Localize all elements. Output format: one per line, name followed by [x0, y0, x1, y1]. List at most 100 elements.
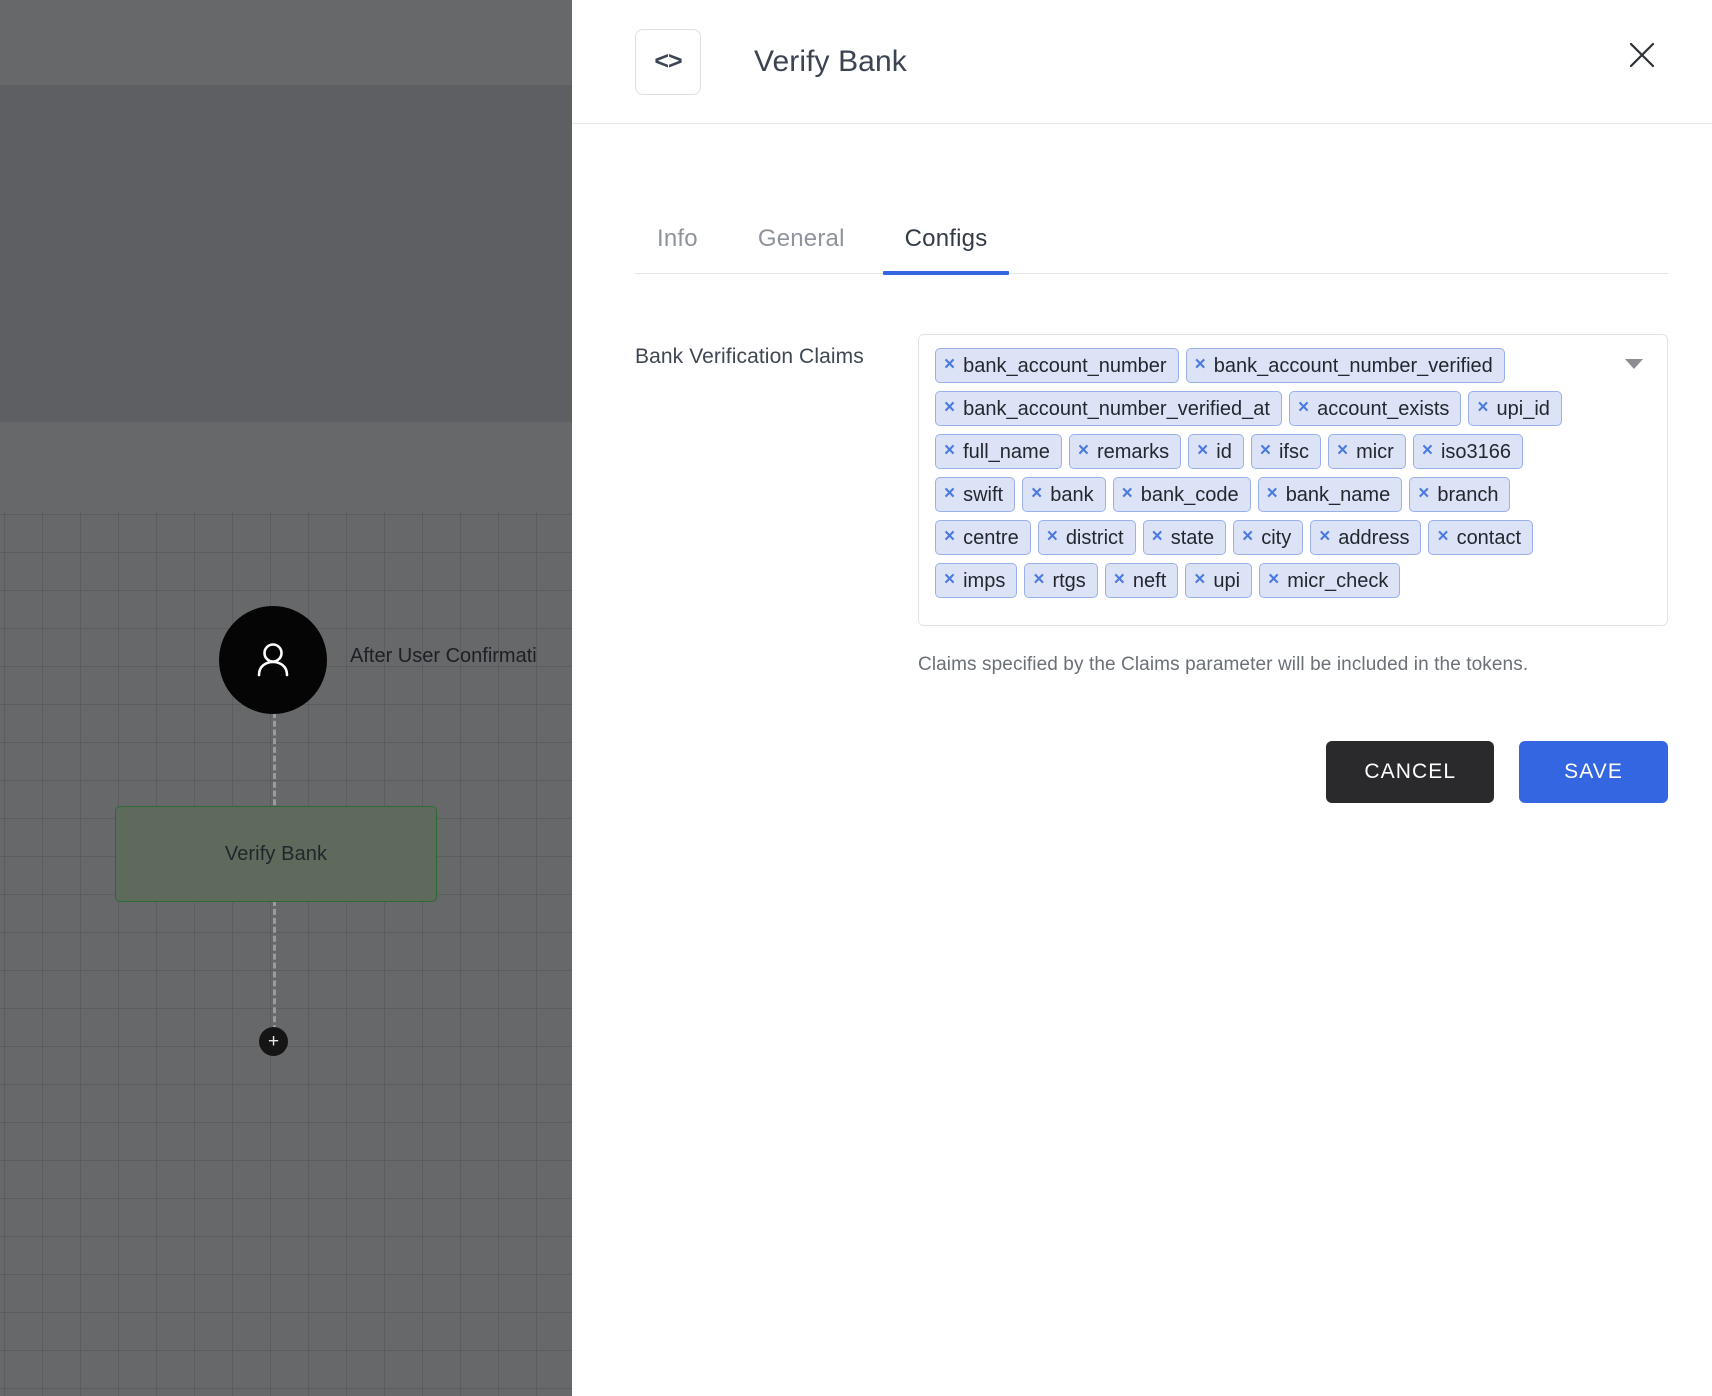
- claim-chip[interactable]: × swift: [935, 477, 1016, 512]
- chip-label: upi: [1213, 569, 1241, 592]
- claim-chip[interactable]: × iso3166: [1412, 434, 1524, 469]
- claim-chip[interactable]: × bank_account_number_verified: [1185, 348, 1505, 383]
- claim-chip[interactable]: × account_exists: [1288, 391, 1462, 426]
- claim-chip[interactable]: × rtgs: [1024, 563, 1098, 598]
- claim-chip[interactable]: × imps: [935, 563, 1018, 598]
- claims-chip-list: × bank_account_number × bank_account_number…: [935, 348, 1605, 598]
- claim-chip[interactable]: × bank_code: [1112, 477, 1251, 512]
- chip-remove-icon[interactable]: ×: [1337, 441, 1348, 460]
- chip-remove-icon[interactable]: ×: [1242, 527, 1253, 546]
- claim-chip[interactable]: × remarks: [1068, 434, 1182, 469]
- chip-remove-icon[interactable]: ×: [944, 484, 955, 503]
- chip-label: imps: [963, 569, 1006, 592]
- chip-label: bank: [1050, 483, 1094, 506]
- chip-label: remarks: [1096, 440, 1170, 463]
- claim-chip[interactable]: × branch: [1409, 477, 1511, 512]
- chip-remove-icon[interactable]: ×: [1477, 398, 1488, 417]
- chip-label: centre: [963, 526, 1019, 549]
- chip-remove-icon[interactable]: ×: [1152, 527, 1163, 546]
- chip-label: swift: [963, 483, 1004, 506]
- flow-edge-label: After User Confirmati: [350, 645, 537, 667]
- chip-remove-icon[interactable]: ×: [1268, 570, 1279, 589]
- chip-label: district: [1065, 526, 1124, 549]
- claim-chip[interactable]: × bank_account_number_verified_at: [935, 391, 1282, 426]
- chip-label: bank_code: [1140, 483, 1239, 506]
- chip-label: ifsc: [1278, 440, 1309, 463]
- save-button[interactable]: SAVE: [1519, 741, 1668, 803]
- chip-label: bank_name: [1285, 483, 1391, 506]
- claim-chip[interactable]: × full_name: [935, 434, 1062, 469]
- chip-label: rtgs: [1052, 569, 1086, 592]
- close-icon[interactable]: [1619, 32, 1665, 78]
- chevron-down-icon[interactable]: [1625, 359, 1643, 369]
- chip-label: address: [1338, 526, 1410, 549]
- chip-remove-icon[interactable]: ×: [944, 355, 955, 374]
- chip-remove-icon[interactable]: ×: [1122, 484, 1133, 503]
- claim-chip[interactable]: × district: [1037, 520, 1136, 555]
- chip-remove-icon[interactable]: ×: [944, 398, 955, 417]
- chip-remove-icon[interactable]: ×: [1319, 527, 1330, 546]
- chip-remove-icon[interactable]: ×: [1422, 441, 1433, 460]
- claim-chip[interactable]: × id: [1188, 434, 1244, 469]
- chip-remove-icon[interactable]: ×: [944, 527, 955, 546]
- flow-node-verify-bank[interactable]: Verify Bank: [115, 806, 437, 902]
- claim-chip[interactable]: × city: [1233, 520, 1304, 555]
- chip-label: micr_check: [1287, 569, 1389, 592]
- flow-edge-top: [273, 712, 276, 814]
- code-brackets-glyph: <>: [654, 47, 682, 75]
- claim-chip[interactable]: × bank_name: [1257, 477, 1403, 512]
- app-root: After User Confirmati Verify Bank + <> V…: [0, 0, 1712, 1396]
- chip-label: neft: [1132, 569, 1167, 592]
- chip-label: bank_account_number: [963, 354, 1167, 377]
- chip-remove-icon[interactable]: ×: [1031, 484, 1042, 503]
- app-header-dimmed: [0, 0, 572, 85]
- chip-remove-icon[interactable]: ×: [1260, 441, 1271, 460]
- claim-chip[interactable]: × micr: [1327, 434, 1406, 469]
- chip-remove-icon[interactable]: ×: [944, 570, 955, 589]
- claim-chip[interactable]: × centre: [935, 520, 1031, 555]
- chip-remove-icon[interactable]: ×: [1418, 484, 1429, 503]
- claim-chip[interactable]: × contact: [1428, 520, 1534, 555]
- chip-label: upi_id: [1496, 397, 1550, 420]
- add-node-button[interactable]: +: [259, 1027, 288, 1056]
- person-icon[interactable]: [219, 606, 327, 714]
- flow-canvas[interactable]: After User Confirmati Verify Bank +: [0, 0, 572, 1396]
- claim-chip[interactable]: × state: [1142, 520, 1227, 555]
- chip-remove-icon[interactable]: ×: [1298, 398, 1309, 417]
- chip-label: id: [1216, 440, 1232, 463]
- chip-remove-icon[interactable]: ×: [1437, 527, 1448, 546]
- chip-remove-icon[interactable]: ×: [1078, 441, 1089, 460]
- chip-label: bank_account_number_verified: [1213, 354, 1493, 377]
- tab-configs[interactable]: Configs: [875, 225, 1018, 275]
- flow-node-label: Verify Bank: [224, 842, 328, 865]
- claim-chip[interactable]: × bank_account_number: [935, 348, 1179, 383]
- panel-header: <> Verify Bank: [572, 0, 1712, 124]
- chip-label: iso3166: [1440, 440, 1512, 463]
- chip-remove-icon[interactable]: ×: [1195, 355, 1206, 374]
- claim-chip[interactable]: × bank: [1022, 477, 1106, 512]
- chip-remove-icon[interactable]: ×: [1197, 441, 1208, 460]
- chip-remove-icon[interactable]: ×: [1114, 570, 1125, 589]
- plus-icon: +: [267, 1031, 280, 1052]
- claims-multiselect[interactable]: × bank_account_number × bank_account_number…: [918, 334, 1668, 626]
- chip-remove-icon[interactable]: ×: [1267, 484, 1278, 503]
- tab-general[interactable]: General: [728, 225, 875, 273]
- chip-label: bank_account_number_verified_at: [963, 397, 1270, 420]
- tab-info[interactable]: Info: [635, 225, 728, 273]
- claim-chip[interactable]: × address: [1310, 520, 1422, 555]
- claim-chip[interactable]: × upi_id: [1468, 391, 1562, 426]
- claim-chip[interactable]: × upi: [1185, 563, 1253, 598]
- claim-chip[interactable]: × neft: [1104, 563, 1179, 598]
- claim-chip[interactable]: × ifsc: [1250, 434, 1321, 469]
- panel-body: Info General Configs Bank Verification C…: [572, 124, 1712, 1396]
- chip-remove-icon[interactable]: ×: [1033, 570, 1044, 589]
- chip-label: full_name: [963, 440, 1050, 463]
- claim-chip[interactable]: × micr_check: [1259, 563, 1401, 598]
- chip-label: account_exists: [1317, 397, 1450, 420]
- cancel-button[interactable]: CANCEL: [1326, 741, 1495, 803]
- chip-remove-icon[interactable]: ×: [1194, 570, 1205, 589]
- field-label: Bank Verification Claims: [635, 345, 864, 368]
- chip-remove-icon[interactable]: ×: [944, 441, 955, 460]
- chip-remove-icon[interactable]: ×: [1047, 527, 1058, 546]
- chip-label: state: [1170, 526, 1215, 549]
